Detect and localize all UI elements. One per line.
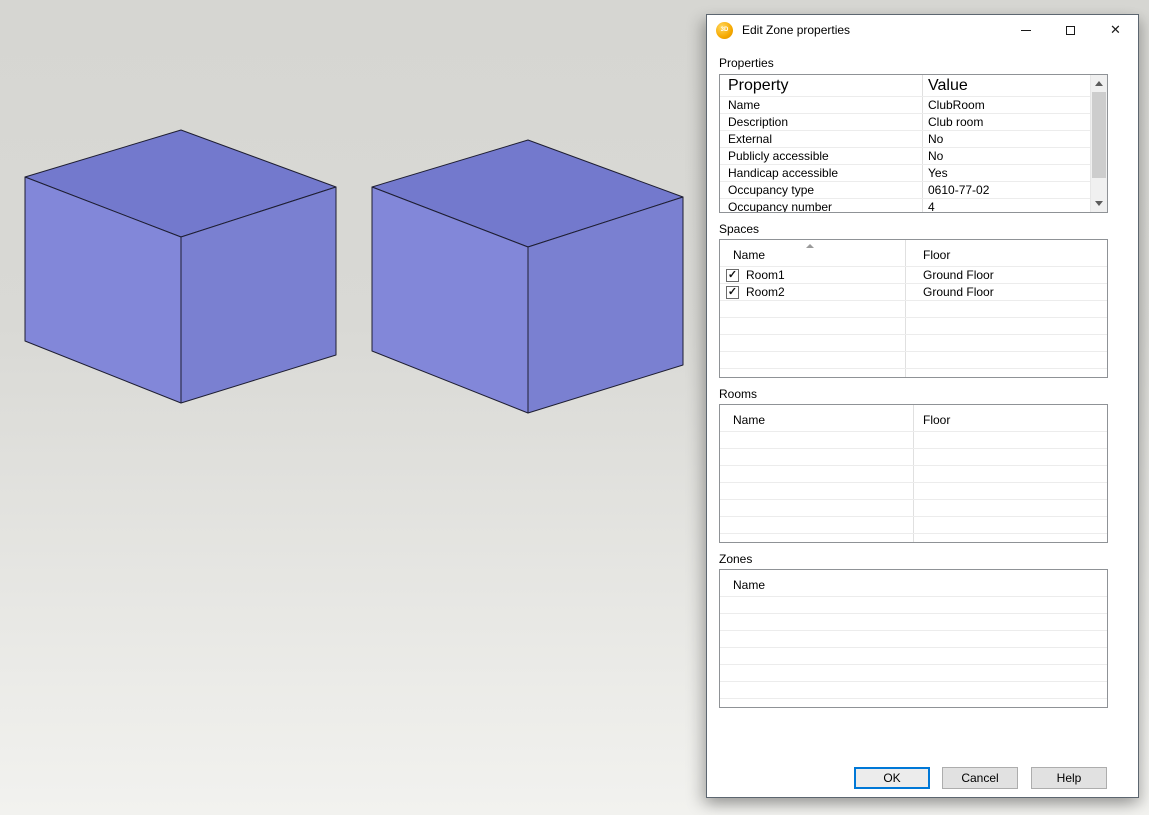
property-row[interactable]: ExternalNo xyxy=(720,131,1090,148)
spaces-table-body: ✓Room1Ground Floor✓Room2Ground Floor xyxy=(720,267,1107,378)
maximize-icon xyxy=(1066,26,1075,35)
empty-row xyxy=(720,432,1107,449)
column-header-floor[interactable]: Floor xyxy=(923,248,950,262)
scroll-thumb[interactable] xyxy=(1092,92,1106,178)
column-header-property[interactable]: Property xyxy=(720,75,922,96)
property-cell-value: No xyxy=(922,131,1090,147)
property-cell-name: Name xyxy=(720,97,922,113)
space-cell-name: ✓Room2 xyxy=(720,284,905,300)
space-name-label: Room2 xyxy=(739,284,785,300)
property-row[interactable]: Occupancy type0610-77-02 xyxy=(720,182,1090,199)
properties-table: Property Value NameClubRoomDescriptionCl… xyxy=(719,74,1108,213)
empty-row xyxy=(720,631,1107,648)
property-cell-value: ClubRoom xyxy=(922,97,1090,113)
empty-row xyxy=(720,597,1107,614)
space-row[interactable]: ✓Room1Ground Floor xyxy=(720,267,1107,284)
empty-row xyxy=(720,648,1107,665)
scroll-down-icon xyxy=(1095,201,1103,206)
empty-row xyxy=(720,614,1107,631)
space-checkbox[interactable]: ✓ xyxy=(726,286,739,299)
properties-label: Properties xyxy=(719,56,774,70)
rooms-table: Name Floor xyxy=(719,404,1108,543)
column-header-name[interactable]: Name xyxy=(733,413,765,427)
close-icon: ✕ xyxy=(1110,22,1121,38)
zones-table: Name xyxy=(719,569,1108,708)
zones-label: Zones xyxy=(719,552,752,566)
check-icon: ✓ xyxy=(728,270,737,281)
space-cell-floor: Ground Floor xyxy=(905,284,1107,300)
properties-table-header[interactable]: Property Value xyxy=(720,75,1090,97)
space-row[interactable]: ✓Room2Ground Floor xyxy=(720,284,1107,301)
empty-row xyxy=(720,500,1107,517)
property-cell-name: Publicly accessible xyxy=(720,148,922,164)
property-cell-value: Yes xyxy=(922,165,1090,181)
rooms-table-header[interactable]: Name Floor xyxy=(720,405,1107,432)
empty-row xyxy=(720,699,1107,708)
property-row[interactable]: Handicap accessibleYes xyxy=(720,165,1090,182)
edit-zone-properties-dialog: 3D Edit Zone properties ✕ Properties Pro… xyxy=(706,14,1139,798)
scroll-up-icon xyxy=(1095,81,1103,86)
help-button[interactable]: Help xyxy=(1031,767,1107,789)
dialog-title: Edit Zone properties xyxy=(742,23,850,37)
empty-row xyxy=(720,369,1107,378)
empty-row xyxy=(720,534,1107,543)
zone-box-2[interactable] xyxy=(372,140,683,413)
minimize-icon xyxy=(1021,30,1031,31)
empty-row xyxy=(720,318,1107,335)
empty-row xyxy=(720,335,1107,352)
zones-table-header[interactable]: Name xyxy=(720,570,1107,597)
property-cell-name: Occupancy number xyxy=(720,199,922,213)
rooms-table-body xyxy=(720,432,1107,543)
scroll-up-button[interactable] xyxy=(1091,75,1107,92)
spaces-label: Spaces xyxy=(719,222,759,236)
column-header-value[interactable]: Value xyxy=(922,75,1090,96)
dialog-titlebar[interactable]: 3D Edit Zone properties ✕ xyxy=(707,15,1138,45)
empty-row xyxy=(720,483,1107,500)
property-cell-name: Description xyxy=(720,114,922,130)
zone-box-1[interactable] xyxy=(25,130,336,403)
empty-row xyxy=(720,466,1107,483)
property-cell-value: No xyxy=(922,148,1090,164)
minimize-button[interactable] xyxy=(1003,15,1048,45)
space-name-label: Room1 xyxy=(739,267,785,283)
empty-row xyxy=(720,517,1107,534)
property-row[interactable]: NameClubRoom xyxy=(720,97,1090,114)
space-cell-name: ✓Room1 xyxy=(720,267,905,283)
column-header-floor[interactable]: Floor xyxy=(923,413,950,427)
property-cell-value: 0610-77-02 xyxy=(922,182,1090,198)
maximize-button[interactable] xyxy=(1048,15,1093,45)
property-row[interactable]: Publicly accessibleNo xyxy=(720,148,1090,165)
ok-button[interactable]: OK xyxy=(854,767,930,789)
space-checkbox[interactable]: ✓ xyxy=(726,269,739,282)
column-header-name[interactable]: Name xyxy=(733,578,765,592)
scroll-down-button[interactable] xyxy=(1091,195,1107,212)
zones-table-body xyxy=(720,597,1107,708)
property-cell-name: External xyxy=(720,131,922,147)
window-controls: ✕ xyxy=(1003,15,1138,45)
property-cell-value: 4 xyxy=(922,199,1090,213)
column-header-name[interactable]: Name xyxy=(733,248,765,262)
empty-row xyxy=(720,665,1107,682)
empty-row xyxy=(720,352,1107,369)
empty-row xyxy=(720,301,1107,318)
check-icon: ✓ xyxy=(728,287,737,298)
rooms-label: Rooms xyxy=(719,387,757,401)
property-row[interactable]: Occupancy number4 xyxy=(720,199,1090,213)
cancel-button[interactable]: Cancel xyxy=(942,767,1018,789)
space-cell-floor: Ground Floor xyxy=(905,267,1107,283)
spaces-table: Name Floor ✓Room1Ground Floor✓Room2Groun… xyxy=(719,239,1108,378)
property-cell-name: Occupancy type xyxy=(720,182,922,198)
properties-table-body: NameClubRoomDescriptionClub roomExternal… xyxy=(720,97,1090,213)
property-cell-value: Club room xyxy=(922,114,1090,130)
properties-scrollbar[interactable] xyxy=(1090,75,1107,212)
sort-ascending-icon xyxy=(806,244,814,248)
property-row[interactable]: DescriptionClub room xyxy=(720,114,1090,131)
app-icon: 3D xyxy=(716,22,733,39)
property-cell-name: Handicap accessible xyxy=(720,165,922,181)
close-button[interactable]: ✕ xyxy=(1093,15,1138,45)
empty-row xyxy=(720,449,1107,466)
spaces-table-header[interactable]: Name Floor xyxy=(720,240,1107,267)
empty-row xyxy=(720,682,1107,699)
